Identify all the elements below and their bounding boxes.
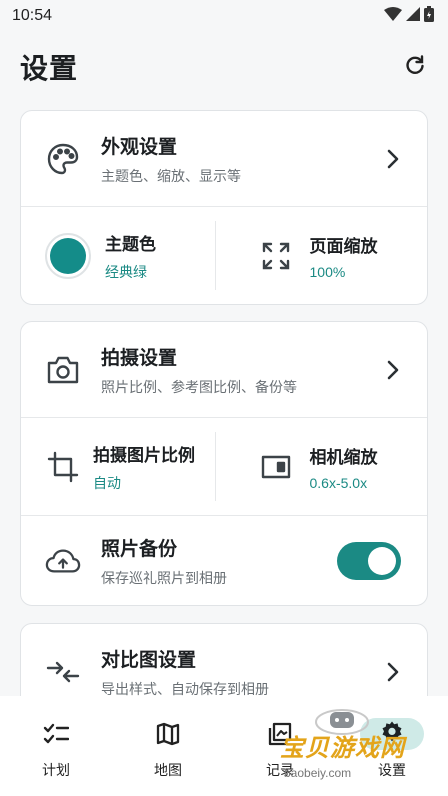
status-icons: [384, 5, 434, 27]
appearance-card: 外观设置 主题色、缩放、显示等 主题色 经典绿 页面缩放 100%: [20, 110, 428, 305]
chevron-right-icon: [383, 149, 403, 169]
nav-item-map[interactable]: 地图: [112, 696, 224, 796]
camera-zoom-icon: [258, 449, 294, 485]
camera-zoom-option[interactable]: 相机缩放 0.6x-5.0x: [214, 432, 428, 501]
signal-icon: [406, 6, 420, 26]
compare-arrows-icon: [45, 654, 81, 690]
capture-ratio-value: 自动: [93, 474, 121, 491]
appearance-title: 外观设置: [101, 136, 178, 158]
photo-backup-desc: 保存巡礼照片到相册: [101, 569, 227, 586]
cloud-upload-icon: [45, 543, 81, 579]
watermark-text: 宝贝游戏网: [280, 735, 405, 762]
chevron-right-icon: [383, 662, 403, 682]
theme-color-option[interactable]: 主题色 经典绿: [21, 207, 215, 304]
capture-ratio-option[interactable]: 拍摄图片比例 自动: [21, 418, 215, 515]
photo-backup-label: 照片备份: [101, 538, 178, 560]
palette-icon: [45, 141, 81, 177]
camera-zoom-label: 相机缩放: [309, 447, 378, 467]
compare-title: 对比图设置: [101, 650, 197, 671]
wifi-icon: [384, 6, 402, 26]
theme-color-value: 经典绿: [105, 263, 147, 280]
nav-item-plan[interactable]: 计划: [0, 696, 112, 796]
watermark-url: baobeiy.com: [284, 766, 352, 780]
status-time: 10:54: [12, 7, 53, 24]
crop-icon: [45, 449, 81, 485]
photo-backup-toggle[interactable]: [337, 541, 401, 580]
refresh-button[interactable]: [400, 52, 430, 82]
fullscreen-icon: [258, 238, 294, 274]
checklist-icon: [42, 720, 70, 748]
page-zoom-label: 页面缩放: [309, 236, 378, 256]
page-zoom-option[interactable]: 页面缩放 100%: [214, 221, 428, 290]
capture-settings-row[interactable]: 拍摄设置 照片比例、参考图比例、备份等: [21, 322, 427, 418]
capture-title: 拍摄设置: [101, 347, 178, 369]
header: 设置: [0, 44, 448, 90]
camera-zoom-value: 0.6x-5.0x: [309, 474, 368, 491]
camera-icon: [45, 352, 81, 388]
toggle-knob: [368, 546, 396, 575]
status-bar: 10:54: [0, 0, 448, 32]
page-zoom-value: 100%: [309, 263, 346, 280]
nav-label-plan: 计划: [42, 762, 70, 778]
refresh-icon: [403, 53, 427, 82]
photo-backup-row: 照片备份 保存巡礼照片到相册: [21, 515, 427, 605]
map-icon: [154, 720, 182, 748]
appearance-subtitle: 主题色、缩放、显示等: [101, 167, 241, 184]
capture-card: 拍摄设置 照片比例、参考图比例、备份等 拍摄图片比例 自动 相机缩放 0.6x-…: [20, 321, 428, 606]
watermark: 宝贝游戏网 baobeiy.com: [272, 700, 442, 790]
nav-label-map: 地图: [154, 762, 182, 778]
page-title: 设置: [20, 53, 79, 84]
capture-subtitle: 照片比例、参考图比例、备份等: [101, 378, 297, 395]
capture-ratio-label: 拍摄图片比例: [93, 445, 195, 465]
appearance-settings-row[interactable]: 外观设置 主题色、缩放、显示等: [21, 111, 427, 207]
chevron-right-icon: [383, 360, 403, 380]
theme-color-label: 主题色: [105, 234, 156, 254]
battery-icon: [424, 5, 434, 27]
theme-color-swatch: [45, 232, 91, 279]
